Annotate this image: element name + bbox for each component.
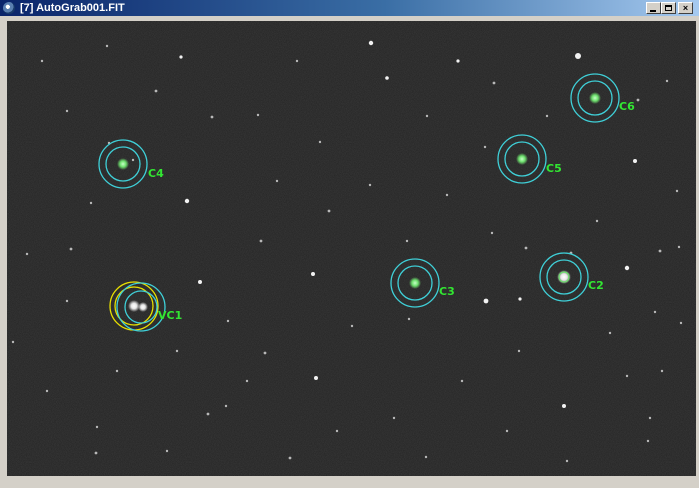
field-star (226, 319, 230, 323)
close-icon: × (682, 3, 689, 13)
field-star (524, 246, 528, 250)
label-vc1: VC1 (158, 309, 182, 322)
field-star (405, 239, 409, 243)
field-star (492, 81, 496, 85)
field-star (625, 374, 629, 378)
field-star (505, 429, 509, 433)
field-star (595, 219, 599, 223)
field-star (658, 249, 662, 253)
field-star (165, 449, 169, 453)
field-star (518, 297, 522, 301)
field-star (445, 193, 449, 197)
fits-image-view[interactable]: C4 VC1 C3 C5 C6 C2 (7, 21, 696, 476)
comparison-star-c3[interactable] (390, 258, 440, 308)
minimize-button[interactable] (646, 2, 661, 14)
field-star (65, 299, 69, 303)
field-star (11, 340, 15, 344)
field-star (483, 298, 489, 304)
field-star (263, 351, 267, 355)
field-star (288, 456, 292, 460)
label-c5: C5 (546, 162, 562, 175)
close-button[interactable]: × (678, 2, 693, 14)
field-star (95, 425, 99, 429)
field-star (256, 113, 260, 117)
field-star (224, 404, 228, 408)
label-c2: C2 (588, 279, 604, 292)
field-star (490, 231, 494, 235)
field-star (424, 455, 428, 459)
title-bar[interactable]: [7] AutoGrab001.FIT × (0, 0, 699, 16)
label-c4: C4 (148, 167, 164, 180)
field-star (648, 416, 652, 420)
comparison-star-c6[interactable] (570, 73, 620, 123)
field-star (565, 459, 569, 463)
comparison-star-c2[interactable] (539, 252, 589, 302)
label-c6: C6 (619, 100, 635, 113)
field-star (425, 114, 429, 118)
field-star (318, 140, 322, 144)
field-star (385, 76, 389, 80)
field-star (483, 145, 487, 149)
field-star (115, 369, 119, 373)
field-star (624, 265, 630, 271)
field-star (175, 349, 179, 353)
star-field[interactable]: C4 VC1 C3 C5 C6 C2 (7, 21, 696, 476)
field-star (275, 179, 279, 183)
field-star (245, 379, 249, 383)
field-star (154, 89, 158, 93)
field-star (636, 98, 640, 102)
field-star (179, 55, 183, 59)
field-star (608, 331, 612, 335)
field-star (679, 321, 683, 325)
field-star (45, 389, 49, 393)
field-star (184, 198, 190, 204)
field-star (350, 324, 354, 328)
maximize-button[interactable] (661, 2, 676, 14)
field-star (259, 239, 263, 243)
field-star (460, 379, 464, 383)
field-star (295, 59, 299, 63)
field-star (517, 349, 521, 353)
field-star (94, 451, 98, 455)
field-star (198, 280, 202, 284)
field-star (131, 158, 135, 162)
field-star (311, 272, 315, 276)
field-star (327, 209, 331, 213)
field-star (456, 59, 460, 63)
window-title: [7] AutoGrab001.FIT (20, 2, 125, 14)
field-star (69, 247, 73, 251)
field-star (105, 44, 109, 48)
field-star (392, 416, 396, 420)
comparison-star-c4[interactable] (98, 139, 148, 189)
field-star (25, 252, 29, 256)
field-star (653, 310, 657, 314)
label-c3: C3 (439, 285, 455, 298)
field-star (633, 159, 637, 163)
field-star (65, 109, 69, 113)
field-star (575, 53, 581, 59)
field-star (407, 317, 411, 321)
field-star (677, 245, 681, 249)
field-star (210, 115, 214, 119)
sensor-noise (7, 21, 696, 476)
field-star (368, 40, 374, 46)
field-star (646, 439, 650, 443)
field-star (545, 114, 549, 118)
field-star (675, 189, 679, 193)
field-star (335, 429, 339, 433)
field-star (314, 376, 318, 380)
field-star (368, 183, 372, 187)
field-star (562, 404, 566, 408)
field-star (89, 201, 93, 205)
field-star (660, 369, 664, 373)
field-star (40, 59, 44, 63)
field-star (206, 412, 210, 416)
field-star (665, 79, 669, 83)
comparison-star-c5[interactable] (497, 134, 547, 184)
app-lens-icon[interactable] (3, 2, 15, 14)
